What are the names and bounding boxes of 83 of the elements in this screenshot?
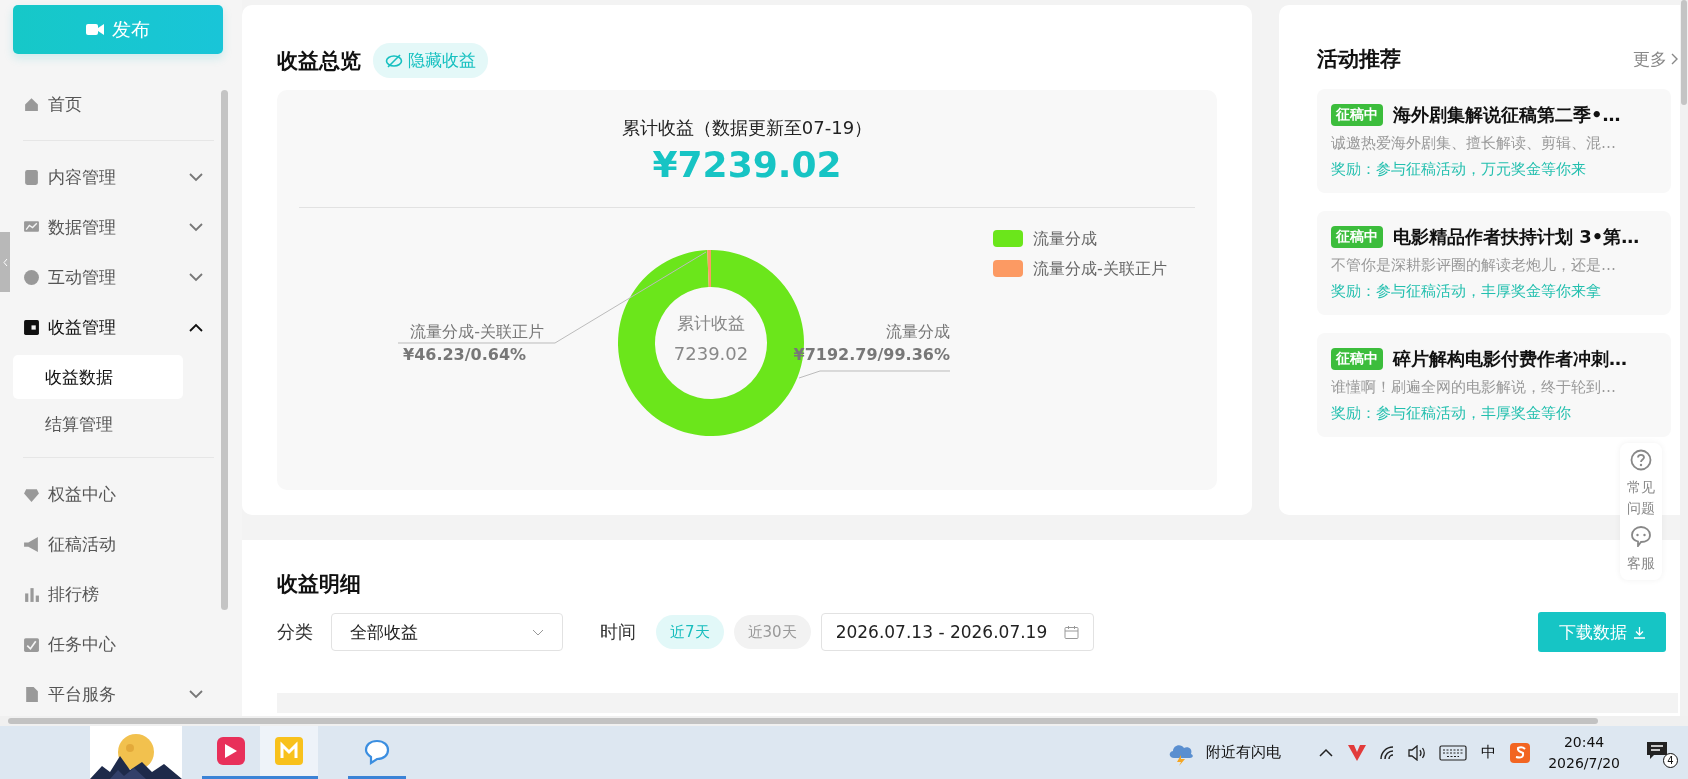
- status-badge: 征稿中: [1331, 104, 1383, 126]
- chevron-down-icon: [189, 689, 203, 699]
- slice-label: 流量分成-关联正片: [410, 322, 544, 341]
- activity-item[interactable]: 征稿中 碎片解构电影付费作者冲刺… 谁懂啊！刷遍全网的电影解说，终于轮到… 奖励：参与征稿活动，丰厚奖金等你: [1317, 333, 1671, 437]
- ime-indicator[interactable]: 中: [1481, 743, 1497, 762]
- wallet-icon: [23, 318, 40, 336]
- activity-title: 海外剧集解说征稿第二季•…: [1393, 103, 1621, 127]
- clock-date[interactable]: 2026/7/20: [1548, 752, 1620, 774]
- collapse-handle[interactable]: [0, 232, 10, 292]
- activity-description: 诚邀热爱海外剧集、擅长解读、剪辑、混…: [1331, 134, 1617, 153]
- chevron-down-icon: [189, 222, 203, 232]
- sidebar-subitem[interactable]: 结算管理: [13, 402, 183, 446]
- total-amount: ¥7239.02: [652, 144, 842, 185]
- summary-label: 累计收益（数据更新至07-19）: [621, 116, 873, 140]
- activity-description: 不管你是深耕影评圈的解读老炮儿，还是…: [1331, 256, 1617, 275]
- activity-item[interactable]: 征稿中 电影精品作者扶持计划 3•第… 不管你是深耕影评圈的解读老炮儿，还是… 奖励：参与征稿活动，丰厚奖金等你来拿: [1317, 211, 1671, 315]
- section-title: 收益总览: [277, 47, 361, 75]
- sidebar-item[interactable]: 首页: [13, 79, 209, 129]
- checkbox-icon: [23, 635, 40, 653]
- chevron-down-icon: [532, 628, 544, 636]
- download-icon: [1632, 625, 1646, 639]
- status-badge: 征稿中: [1331, 226, 1383, 248]
- status-badge: 征稿中: [1331, 348, 1383, 370]
- house-icon: [23, 95, 40, 113]
- section-title: 收益明细: [277, 571, 362, 598]
- sidebar-item[interactable]: 互动管理: [13, 252, 209, 302]
- sidebar-item[interactable]: 平台服务: [13, 669, 209, 716]
- sidebar-item[interactable]: 排行榜: [13, 569, 209, 619]
- activity-reward: 奖励：参与征稿活动，丰厚奖金等你: [1331, 404, 1572, 423]
- scrollbar[interactable]: [221, 90, 228, 610]
- activity-title: 碎片解构电影付费作者冲刺…: [1393, 347, 1627, 371]
- activity-title: 电影精品作者扶持计划 3•第…: [1393, 225, 1640, 249]
- sidebar-item[interactable]: 征稿活动: [13, 519, 209, 569]
- activity-reward: 奖励：参与征稿活动，万元奖金等你来: [1331, 160, 1587, 179]
- date-range-field[interactable]: 2026.07.13 - 2026.07.19: [820, 613, 1094, 651]
- megaphone-icon: [23, 535, 40, 553]
- slice-value: ¥46.23/0.64%: [403, 345, 527, 364]
- slice-label: 流量分成: [886, 322, 950, 341]
- app-icon: [217, 737, 245, 765]
- scrollbar[interactable]: [1680, 0, 1688, 716]
- question-icon[interactable]: [1630, 449, 1652, 471]
- chevron-down-icon: [189, 272, 203, 282]
- activity-reward: 奖励：参与征稿活动，丰厚奖金等你来拿: [1331, 282, 1602, 301]
- filter-label: 分类: [277, 620, 313, 644]
- app-icon: [275, 737, 303, 765]
- sidebar-subitem[interactable]: 收益数据: [13, 355, 183, 399]
- section-title: 活动推荐: [1317, 46, 1401, 73]
- activity-description: 谁懂啊！刷遍全网的电影解说，终于轮到…: [1331, 378, 1617, 397]
- sidebar-item[interactable]: 任务中心: [13, 619, 209, 669]
- chat-icon[interactable]: [1630, 525, 1652, 547]
- center-value: 7239.02: [673, 343, 749, 364]
- help-label[interactable]: 常见问题: [1627, 477, 1655, 519]
- chevron-up-icon[interactable]: [1319, 748, 1334, 757]
- legend-label: 流量分成: [1033, 229, 1097, 248]
- chevron-down-icon: [189, 172, 203, 182]
- clock-time[interactable]: 20:44: [1563, 731, 1605, 753]
- video-camera-icon: [86, 23, 104, 36]
- sidebar-item[interactable]: 数据管理: [13, 202, 209, 252]
- message-icon: [1646, 740, 1668, 761]
- document-icon: [23, 685, 40, 703]
- weather-text[interactable]: 附近有闪电: [1206, 743, 1282, 762]
- speaker-icon[interactable]: [1407, 744, 1428, 761]
- sidebar-item[interactable]: 收益管理: [13, 302, 209, 352]
- center-label: 累计收益: [677, 313, 745, 333]
- sidebar-item[interactable]: 内容管理: [13, 152, 209, 202]
- calendar-icon: [1063, 624, 1079, 640]
- taskbar-app[interactable]: [260, 726, 318, 779]
- app-icon[interactable]: [1510, 742, 1531, 763]
- sidebar-item[interactable]: 权益中心: [13, 469, 209, 519]
- notification-count: 4: [1663, 752, 1678, 768]
- filter-label: 时间: [600, 620, 636, 644]
- activity-item[interactable]: 征稿中 海外剧集解说征稿第二季•… 诚邀热爱海外剧集、擅长解读、剪辑、混… 奖励：参与征稿活动，万元奖金等你来: [1317, 89, 1671, 193]
- keyboard-icon[interactable]: [1439, 744, 1468, 761]
- help-label[interactable]: 客服: [1627, 553, 1655, 574]
- eye-off-icon: [385, 53, 403, 68]
- chevron-up-icon: [189, 322, 203, 332]
- chevron-right-icon: [1671, 53, 1678, 65]
- notification-button[interactable]: 4: [1646, 737, 1676, 768]
- bar-chart-icon: [23, 585, 40, 603]
- chevron-left-icon: [2, 257, 8, 267]
- legend-label: 流量分成-关联正片: [1033, 259, 1167, 278]
- more-link[interactable]: 更多: [1633, 47, 1678, 71]
- category-select[interactable]: 全部收益: [331, 613, 563, 651]
